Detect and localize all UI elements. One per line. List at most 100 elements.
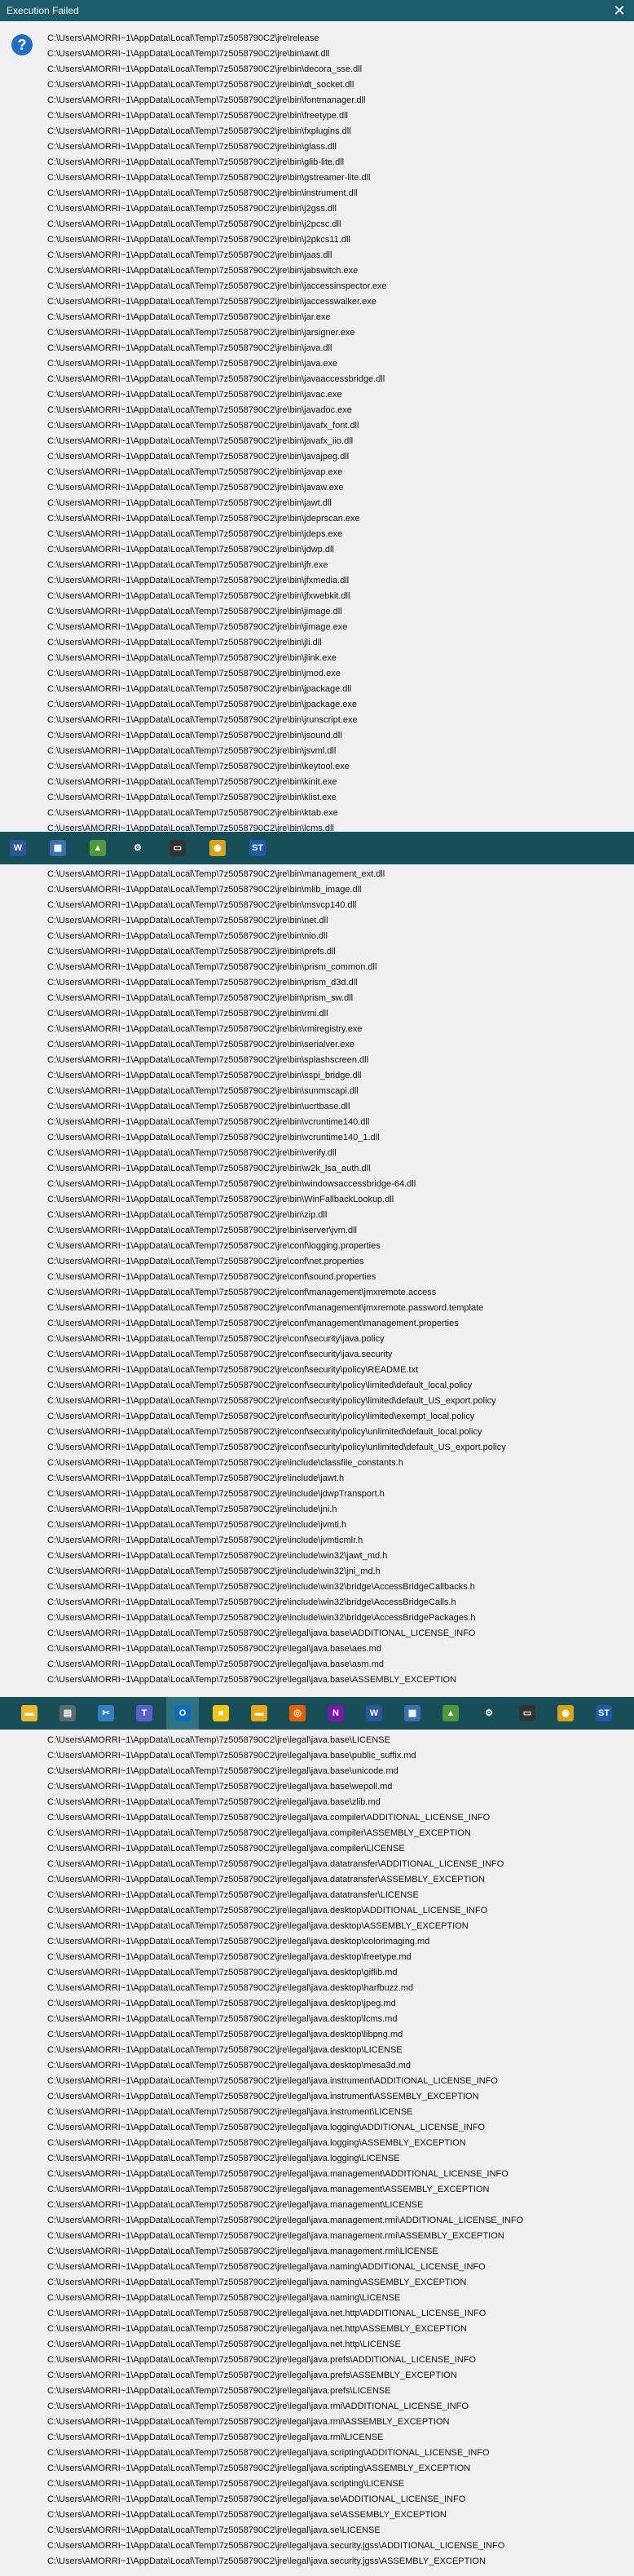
file-path-item: C:\Users\AMORRI~1\AppData\Local\Temp\7z5… <box>47 467 343 477</box>
file-path-item: C:\Users\AMORRI~1\AppData\Local\Temp\7z5… <box>47 33 319 43</box>
file-path-item: C:\Users\AMORRI~1\AppData\Local\Temp\7z5… <box>47 2401 469 2411</box>
firefox-icon[interactable]: ◎ <box>289 1705 306 1721</box>
file-path-item: C:\Users\AMORRI~1\AppData\Local\Temp\7z5… <box>47 1766 398 1776</box>
file-path-item: C:\Users\AMORRI~1\AppData\Local\Temp\7z5… <box>47 1659 385 1669</box>
st-app-icon[interactable]: ST <box>249 840 266 856</box>
sticky-notes-icon[interactable]: ■ <box>213 1705 229 1721</box>
file-path-item: C:\Users\AMORRI~1\AppData\Local\Temp\7z5… <box>47 529 343 539</box>
file-path-item: C:\Users\AMORRI~1\AppData\Local\Temp\7z5… <box>47 64 363 74</box>
st-app-icon[interactable]: ST <box>596 1705 612 1721</box>
file-path-item: C:\Users\AMORRI~1\AppData\Local\Temp\7z5… <box>47 1412 475 1421</box>
file-path-item: C:\Users\AMORRI~1\AppData\Local\Temp\7z5… <box>47 1226 357 1235</box>
file-path-item: C:\Users\AMORRI~1\AppData\Local\Temp\7z5… <box>47 1844 405 1854</box>
teams-icon[interactable]: T <box>136 1705 152 1721</box>
file-path-item: C:\Users\AMORRI~1\AppData\Local\Temp\7z5… <box>47 916 328 926</box>
file-path-item: C:\Users\AMORRI~1\AppData\Local\Temp\7z5… <box>47 1055 369 1065</box>
settings-icon[interactable]: ⚙ <box>130 840 146 856</box>
file-path-item: C:\Users\AMORRI~1\AppData\Local\Temp\7z5… <box>47 1257 364 1266</box>
file-path-item: C:\Users\AMORRI~1\AppData\Local\Temp\7z5… <box>47 2169 509 2179</box>
file-path-item: C:\Users\AMORRI~1\AppData\Local\Temp\7z5… <box>47 1906 488 1915</box>
file-path-item: C:\Users\AMORRI~1\AppData\Local\Temp\7z5… <box>47 514 360 524</box>
file-path-item: C:\Users\AMORRI~1\AppData\Local\Temp\7z5… <box>47 576 350 585</box>
file-path-item: C:\Users\AMORRI~1\AppData\Local\Temp\7z5… <box>47 1458 403 1468</box>
file-path-item: C:\Users\AMORRI~1\AppData\Local\Temp\7z5… <box>47 1288 437 1297</box>
file-path-item: C:\Users\AMORRI~1\AppData\Local\Temp\7z5… <box>47 962 377 972</box>
file-path-item: C:\Users\AMORRI~1\AppData\Local\Temp\7z5… <box>47 1613 476 1623</box>
taskbar: W ▦ ▲ ⚙ ▭ ◉ ST <box>0 832 634 864</box>
file-path-item: C:\Users\AMORRI~1\AppData\Local\Temp\7z5… <box>47 700 358 709</box>
file-path-item: C:\Users\AMORRI~1\AppData\Local\Temp\7z5… <box>47 266 359 276</box>
file-path-item: C:\Users\AMORRI~1\AppData\Local\Temp\7z5… <box>47 328 355 338</box>
title-bar: Execution Failed ✕ <box>0 0 634 21</box>
file-path-item: C:\Users\AMORRI~1\AppData\Local\Temp\7z5… <box>47 2200 424 2210</box>
word-icon[interactable]: W <box>366 1705 382 1721</box>
file-path-item: C:\Users\AMORRI~1\AppData\Local\Temp\7z5… <box>47 1148 337 1158</box>
file-path-item: C:\Users\AMORRI~1\AppData\Local\Temp\7z5… <box>47 2278 467 2287</box>
file-explorer-icon[interactable]: ▬ <box>21 1705 37 1721</box>
file-path-item: C:\Users\AMORRI~1\AppData\Local\Temp\7z5… <box>47 622 348 632</box>
file-path-item: C:\Users\AMORRI~1\AppData\Local\Temp\7z5… <box>47 669 341 678</box>
execution-failed-dialog: Execution Failed ✕ ? C:\Users\AMORRI~1\A… <box>0 0 634 2576</box>
settings-icon[interactable]: ⚙ <box>481 1705 497 1721</box>
display-settings-icon[interactable]: ▦ <box>50 840 66 856</box>
file-path-item: C:\Users\AMORRI~1\AppData\Local\Temp\7z5… <box>47 1195 394 1204</box>
terminal-icon[interactable]: ▭ <box>170 840 186 856</box>
file-path-item: C:\Users\AMORRI~1\AppData\Local\Temp\7z5… <box>47 1443 506 1452</box>
file-path-item: C:\Users\AMORRI~1\AppData\Local\Temp\7z5… <box>47 111 348 121</box>
folder-icon[interactable]: ▬ <box>251 1705 267 1721</box>
file-path-item: C:\Users\AMORRI~1\AppData\Local\Temp\7z5… <box>47 1381 473 1390</box>
image-viewer-icon[interactable]: ▲ <box>90 840 106 856</box>
file-path-item: C:\Users\AMORRI~1\AppData\Local\Temp\7z5… <box>47 2231 504 2241</box>
file-path-item: C:\Users\AMORRI~1\AppData\Local\Temp\7z5… <box>47 452 350 462</box>
file-path-item: C:\Users\AMORRI~1\AppData\Local\Temp\7z5… <box>47 2371 457 2380</box>
file-path-item: C:\Users\AMORRI~1\AppData\Local\Temp\7z5… <box>47 250 332 260</box>
onenote-icon[interactable]: N <box>328 1705 344 1721</box>
file-path-item: C:\Users\AMORRI~1\AppData\Local\Temp\7z5… <box>47 2324 467 2334</box>
file-path-item: C:\Users\AMORRI~1\AppData\Local\Temp\7z5… <box>47 1999 396 2008</box>
file-path-item: C:\Users\AMORRI~1\AppData\Local\Temp\7z5… <box>47 312 331 322</box>
file-path-item: C:\Users\AMORRI~1\AppData\Local\Temp\7z5… <box>47 2138 466 2148</box>
file-path-item: C:\Users\AMORRI~1\AppData\Local\Temp\7z5… <box>47 900 357 910</box>
display-settings-icon[interactable]: ▦ <box>404 1705 420 1721</box>
file-path-item: C:\Users\AMORRI~1\AppData\Local\Temp\7z5… <box>47 1875 485 1885</box>
file-path-list: C:\Users\AMORRI~1\AppData\Local\Temp\7z5… <box>47 1733 630 2569</box>
chrome-icon[interactable]: ◉ <box>209 840 226 856</box>
window-title: Execution Failed <box>7 5 79 16</box>
file-path-item: C:\Users\AMORRI~1\AppData\Local\Temp\7z5… <box>47 1859 504 1869</box>
snipping-tool-icon[interactable]: ✂ <box>98 1705 114 1721</box>
file-path-item: C:\Users\AMORRI~1\AppData\Local\Temp\7z5… <box>47 1505 337 1514</box>
file-path-item: C:\Users\AMORRI~1\AppData\Local\Temp\7z5… <box>47 142 337 152</box>
image-viewer-icon[interactable]: ▲ <box>442 1705 459 1721</box>
file-path-item: C:\Users\AMORRI~1\AppData\Local\Temp\7z5… <box>47 2541 505 2551</box>
chrome-icon[interactable]: ◉ <box>557 1705 574 1721</box>
file-path-item: C:\Users\AMORRI~1\AppData\Local\Temp\7z5… <box>47 204 337 214</box>
file-path-item: C:\Users\AMORRI~1\AppData\Local\Temp\7z5… <box>47 1210 328 1220</box>
file-path-item: C:\Users\AMORRI~1\AppData\Local\Temp\7z5… <box>47 1952 412 1962</box>
file-path-item: C:\Users\AMORRI~1\AppData\Local\Temp\7z5… <box>47 126 351 136</box>
file-path-item: C:\Users\AMORRI~1\AppData\Local\Temp\7z5… <box>47 1334 385 1344</box>
file-path-item: C:\Users\AMORRI~1\AppData\Local\Temp\7z5… <box>47 1628 476 1638</box>
close-icon[interactable]: ✕ <box>605 0 634 21</box>
file-path-item: C:\Users\AMORRI~1\AppData\Local\Temp\7z5… <box>47 1937 430 1946</box>
file-path-item: C:\Users\AMORRI~1\AppData\Local\Temp\7z5… <box>47 1782 393 1792</box>
file-path-item: C:\Users\AMORRI~1\AppData\Local\Temp\7z5… <box>47 1597 456 1607</box>
file-path-item: C:\Users\AMORRI~1\AppData\Local\Temp\7z5… <box>47 2494 466 2504</box>
file-path-item: C:\Users\AMORRI~1\AppData\Local\Temp\7z5… <box>47 374 385 384</box>
file-path-item: C:\Users\AMORRI~1\AppData\Local\Temp\7z5… <box>47 390 342 400</box>
file-path-item: C:\Users\AMORRI~1\AppData\Local\Temp\7z5… <box>47 1797 381 1807</box>
taskbar: ▬ ▤ ✂ T O ■ ▬ ◎ N W ▦ ▲ ⚙ ▭ ◉ ST <box>0 1697 634 1730</box>
calculator-icon[interactable]: ▤ <box>59 1705 76 1721</box>
file-path-item: C:\Users\AMORRI~1\AppData\Local\Temp\7z5… <box>47 1303 484 1313</box>
file-path-item: C:\Users\AMORRI~1\AppData\Local\Temp\7z5… <box>47 2510 447 2520</box>
file-path-item: C:\Users\AMORRI~1\AppData\Local\Temp\7z5… <box>47 1675 457 1685</box>
file-path-item: C:\Users\AMORRI~1\AppData\Local\Temp\7z5… <box>47 2092 479 2101</box>
file-path-item: C:\Users\AMORRI~1\AppData\Local\Temp\7z5… <box>47 1890 419 1900</box>
file-path-item: C:\Users\AMORRI~1\AppData\Local\Temp\7z5… <box>47 2076 498 2086</box>
file-path-item: C:\Users\AMORRI~1\AppData\Local\Temp\7z5… <box>47 1968 398 1977</box>
file-path-item: C:\Users\AMORRI~1\AppData\Local\Temp\7z5… <box>47 1921 469 1931</box>
outlook-icon[interactable]: O <box>174 1705 191 1721</box>
question-icon: ? <box>11 34 33 55</box>
word-icon[interactable]: W <box>10 840 26 856</box>
file-path-item: C:\Users\AMORRI~1\AppData\Local\Temp\7z5… <box>47 1396 496 1406</box>
terminal-icon[interactable]: ▭ <box>519 1705 535 1721</box>
